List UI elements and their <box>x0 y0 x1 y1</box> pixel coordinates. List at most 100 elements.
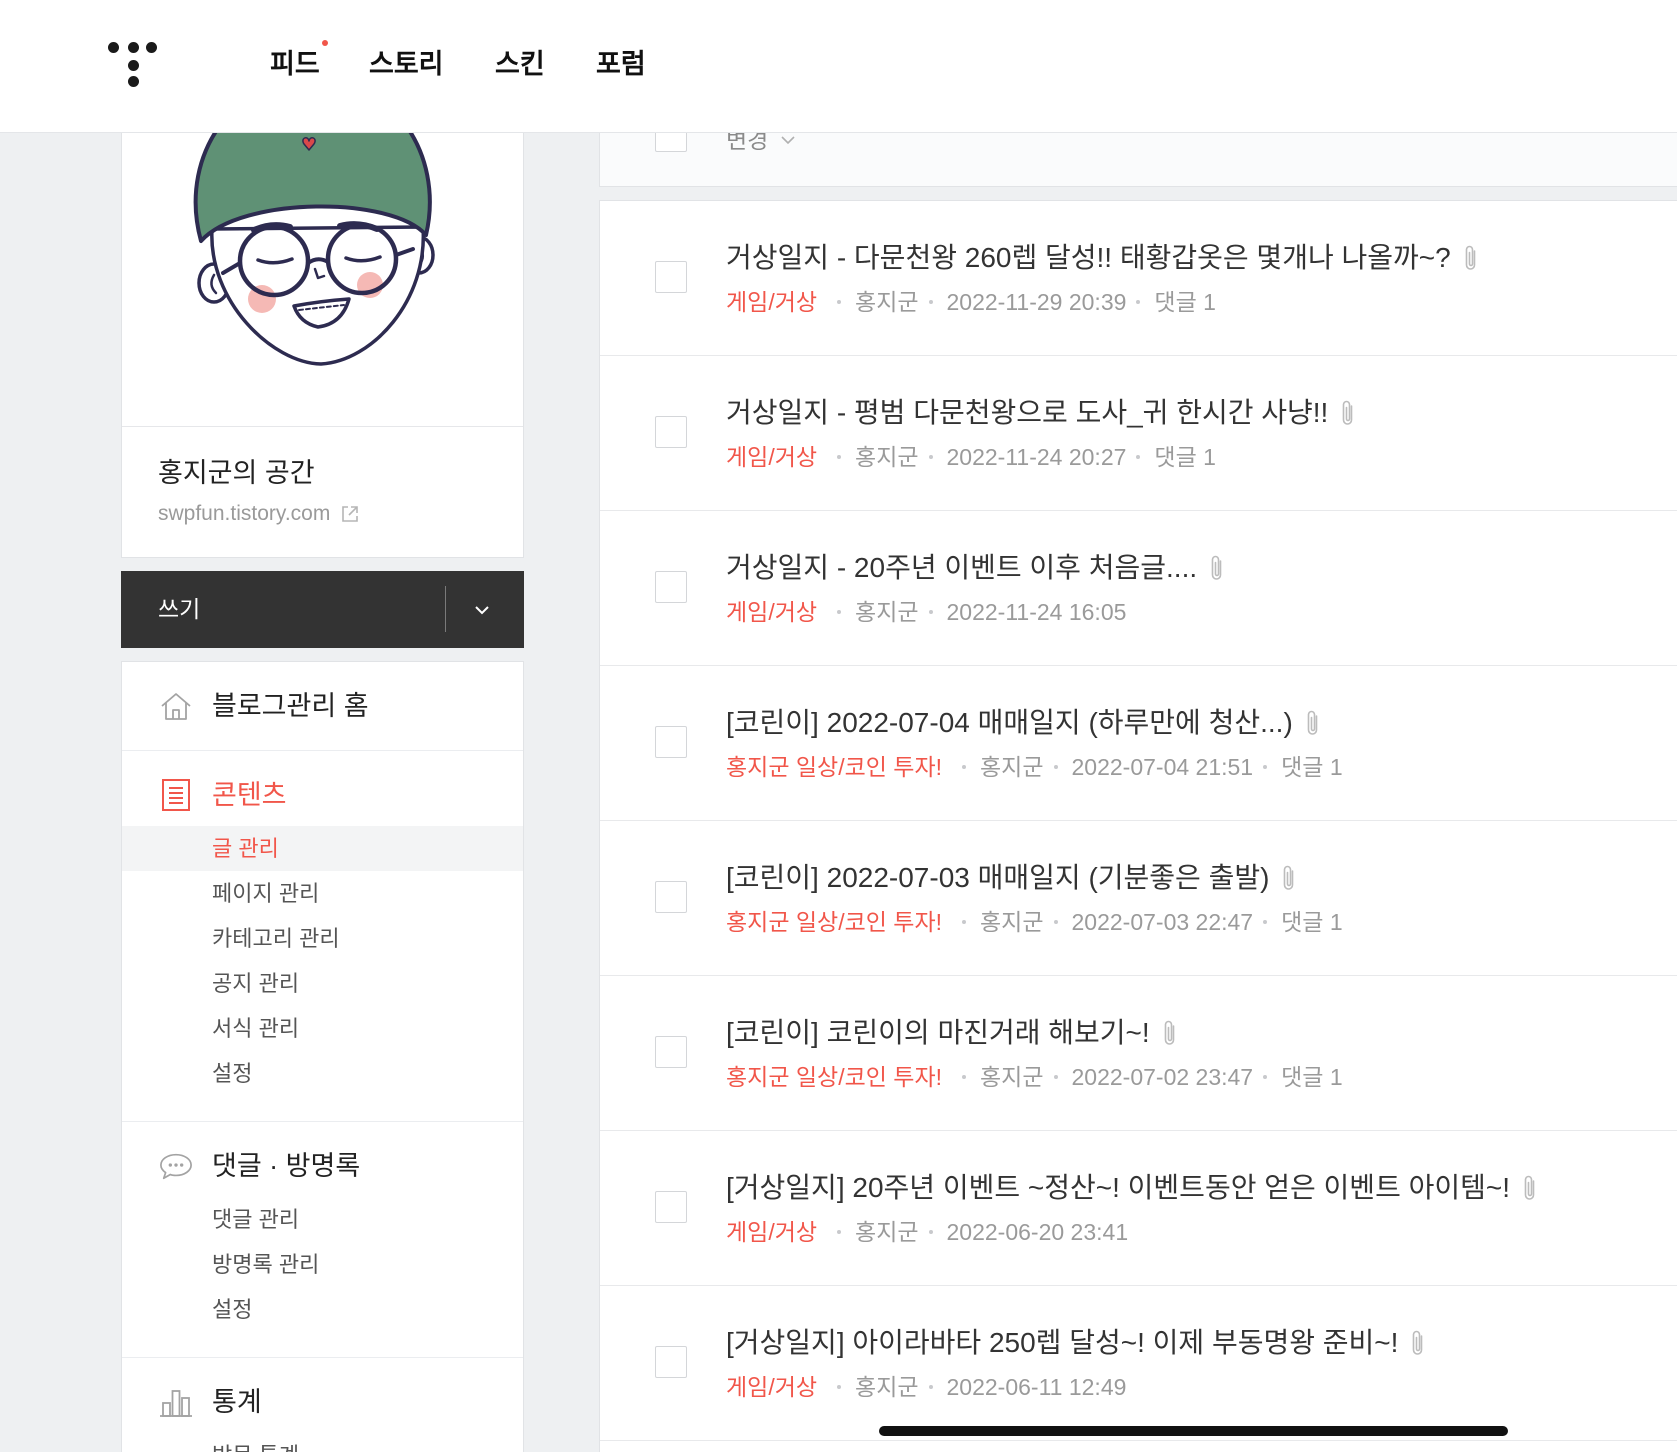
post-title[interactable]: [거상일지] 아이라바타 250렙 달성~! 이제 부동명왕 준비~! <box>726 1325 1398 1361</box>
write-button-label: 쓰기 <box>158 596 201 622</box>
menu-blog-home[interactable]: 블로그관리 홈 <box>122 662 523 737</box>
home-indicator <box>879 1426 1508 1436</box>
post-title[interactable]: 거상일지 - 20주년 이벤트 이후 처음글.... <box>726 550 1197 586</box>
post-category[interactable]: 게임/거상 <box>726 1217 817 1247</box>
post-meta: 게임/거상 홍지군 2022-06-11 12:49 <box>726 1372 1126 1402</box>
post-title[interactable]: [거상일지] 20주년 이벤트 ~정산~! 이벤트동안 얻은 이벤트 아이템~! <box>726 1170 1510 1206</box>
write-button[interactable]: 쓰기 <box>121 571 524 648</box>
post-row: [코린이] 코린이의 마진거래 해보기~! 홍지군 일상/코인 투자! 홍지군 202… <box>600 976 1677 1131</box>
post-comment-count[interactable]: 댓글 1 <box>1154 442 1216 472</box>
paperclip-icon <box>1409 1328 1427 1358</box>
post-checkbox[interactable] <box>655 416 687 448</box>
submenu-comments-settings[interactable]: 설정 <box>122 1287 523 1332</box>
paperclip-icon <box>1208 553 1226 583</box>
post-meta: 게임/거상 홍지군 2022-11-29 20:39 댓글 1 <box>726 287 1216 317</box>
post-title-line: [거상일지] 아이라바타 250렙 달성~! 이제 부동명왕 준비~! <box>726 1325 1647 1361</box>
submenu-notice-manage[interactable]: 공지 관리 <box>122 961 523 1006</box>
chat-bubble-icon <box>159 1150 193 1182</box>
post-row: [코린이] 2022-07-04 매매일지 (하루만에 청산...) 홍지군 일상… <box>600 666 1677 821</box>
post-title[interactable]: 거상일지 - 다문천왕 260렙 달성!! 태황갑옷은 몇개나 나올까~? <box>726 240 1451 276</box>
nav-story[interactable]: 스토리 <box>369 46 444 82</box>
post-row: 거상일지 - 다문천왕 260렙 달성!! 태황갑옷은 몇개나 나올까~? 게임/… <box>600 201 1677 356</box>
nav-forum[interactable]: 포럼 <box>596 46 646 82</box>
post-date: 2022-07-02 23:47 <box>1071 1064 1254 1090</box>
post-title-line: 거상일지 - 20주년 이벤트 이후 처음글.... <box>726 550 1647 586</box>
chevron-down-icon <box>780 132 796 148</box>
separator-dot <box>1136 455 1141 459</box>
post-checkbox[interactable] <box>655 881 687 913</box>
menu-contents[interactable]: 콘텐츠 <box>122 751 523 826</box>
post-title[interactable]: [코린이] 코린이의 마진거래 해보기~! <box>726 1015 1150 1051</box>
post-author: 홍지군 <box>855 1219 919 1245</box>
submenu-contents-settings[interactable]: 설정 <box>122 1051 523 1096</box>
post-meta: 홍지군 일상/코인 투자! 홍지군 2022-07-03 22:47 댓글 1 <box>726 907 1343 937</box>
separator-dot <box>928 455 933 459</box>
post-category[interactable]: 게임/거상 <box>726 442 817 472</box>
submenu-template-manage[interactable]: 서식 관리 <box>122 1006 523 1051</box>
post-checkbox[interactable] <box>655 261 687 293</box>
post-title-line: 거상일지 - 평범 다문천왕으로 도사_귀 한시간 사냥!! <box>726 395 1647 431</box>
post-row: [코린이] 2022-07-03 매매일지 (기분좋은 출발) 홍지군 일상/코인… <box>600 821 1677 976</box>
menu-section-home: 블로그관리 홈 <box>122 662 523 751</box>
post-checkbox[interactable] <box>655 1191 687 1223</box>
logo-dot <box>146 42 157 53</box>
post-checkbox[interactable] <box>655 1346 687 1378</box>
separator-dot <box>837 455 842 459</box>
post-meta: 게임/거상 홍지군 2022-11-24 16:05 <box>726 597 1126 627</box>
document-icon <box>159 779 193 811</box>
bar-chart-icon <box>159 1386 193 1418</box>
post-title-line: [코린이] 코린이의 마진거래 해보기~! <box>726 1015 1647 1051</box>
post-checkbox[interactable] <box>655 571 687 603</box>
post-date: 2022-06-20 23:41 <box>946 1219 1129 1245</box>
menu-comments[interactable]: 댓글 · 방명록 <box>122 1122 523 1197</box>
post-comment-count[interactable]: 댓글 1 <box>1154 287 1216 317</box>
separator-dot <box>1053 920 1058 924</box>
external-link-icon[interactable] <box>340 504 360 524</box>
separator-dot <box>928 300 933 304</box>
post-title[interactable]: [코린이] 2022-07-04 매매일지 (하루만에 청산...) <box>726 705 1293 741</box>
blog-url[interactable]: swpfun.tistory.com <box>158 499 330 529</box>
post-category[interactable]: 홍지군 일상/코인 투자! <box>726 752 942 782</box>
post-row: 거상일지 - 20주년 이벤트 이후 처음글.... 게임/거상 홍지군 2022-1… <box>600 511 1677 666</box>
paperclip-icon <box>1161 1018 1179 1048</box>
post-author: 홍지군 <box>855 289 919 315</box>
post-meta: 게임/거상 홍지군 2022-11-24 20:27 댓글 1 <box>726 442 1216 472</box>
post-comment-count[interactable]: 댓글 1 <box>1281 1062 1343 1092</box>
post-checkbox[interactable] <box>655 1036 687 1068</box>
post-category[interactable]: 홍지군 일상/코인 투자! <box>726 907 942 937</box>
post-category[interactable]: 게임/거상 <box>726 1372 817 1402</box>
post-row: 거상일지 - 평범 다문천왕으로 도사_귀 한시간 사냥!! 게임/거상 홍지군 20… <box>600 356 1677 511</box>
submenu-comment-manage[interactable]: 댓글 관리 <box>122 1197 523 1242</box>
submenu-post-manage[interactable]: 글 관리 <box>122 826 523 871</box>
submenu-guestbook-manage[interactable]: 방명록 관리 <box>122 1242 523 1287</box>
post-checkbox[interactable] <box>655 726 687 758</box>
submenu-visit-stats[interactable]: 방문 통계 <box>122 1433 523 1452</box>
logo-dot <box>128 76 139 87</box>
submenu-page-manage[interactable]: 페이지 관리 <box>122 871 523 916</box>
paperclip-icon <box>1521 1173 1539 1203</box>
nav-skin[interactable]: 스킨 <box>495 46 545 82</box>
post-author: 홍지군 <box>855 599 919 625</box>
menu-stats[interactable]: 통계 <box>122 1358 523 1433</box>
post-comment-count[interactable]: 댓글 1 <box>1281 752 1343 782</box>
profile-divider <box>122 426 523 427</box>
post-category[interactable]: 게임/거상 <box>726 287 817 317</box>
post-title[interactable]: 거상일지 - 평범 다문천왕으로 도사_귀 한시간 사냥!! <box>726 395 1328 431</box>
chevron-down-icon[interactable] <box>471 599 493 621</box>
post-category[interactable]: 홍지군 일상/코인 투자! <box>726 1062 942 1092</box>
post-comment-count[interactable]: 댓글 1 <box>1281 907 1343 937</box>
post-author: 홍지군 <box>980 1064 1044 1090</box>
menu-section-comments: 댓글 · 방명록 댓글 관리 방명록 관리 설정 <box>122 1122 523 1358</box>
blog-url-link[interactable]: swpfun.tistory.com <box>158 499 360 529</box>
post-title-line: [거상일지] 20주년 이벤트 ~정산~! 이벤트동안 얻은 이벤트 아이템~! <box>726 1170 1647 1206</box>
nav-feed[interactable]: 피드 <box>270 46 320 82</box>
tistory-logo[interactable] <box>104 38 164 94</box>
submenu-category-manage[interactable]: 카테고리 관리 <box>122 916 523 961</box>
post-title[interactable]: [코린이] 2022-07-03 매매일지 (기분좋은 출발) <box>726 860 1269 896</box>
separator-dot <box>1263 920 1268 924</box>
home-icon <box>159 690 193 722</box>
menu-blog-home-label: 블로그관리 홈 <box>212 691 369 721</box>
post-category[interactable]: 게임/거상 <box>726 597 817 627</box>
separator-dot <box>1053 765 1058 769</box>
post-row: [거상일지] 20주년 이벤트 ~정산~! 이벤트동안 얻은 이벤트 아이템~!… <box>600 1131 1677 1286</box>
